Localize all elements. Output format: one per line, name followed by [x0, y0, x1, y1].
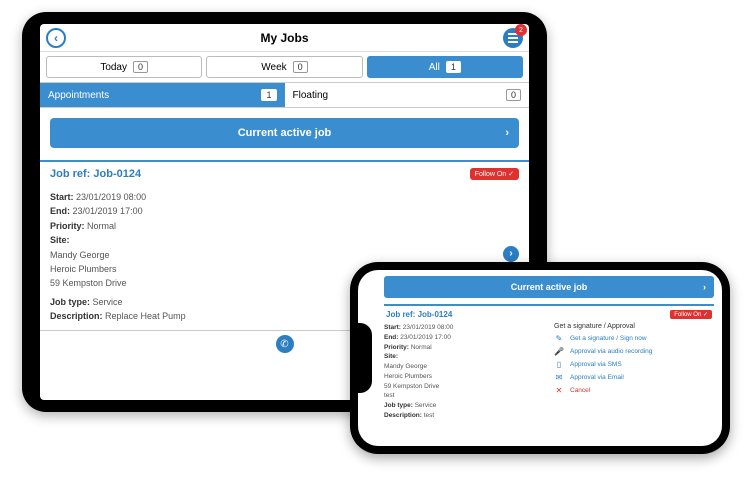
tab-label: Appointments	[48, 90, 109, 101]
segment-count: 0	[293, 61, 308, 73]
start-value: 23/01/2019 08:00	[76, 192, 146, 202]
phone-device: Current active job › Job ref: Job-0124 F…	[350, 262, 730, 454]
start-label: Start:	[384, 324, 401, 331]
desc-value: test	[424, 412, 434, 419]
button-label: Current active job	[238, 127, 332, 139]
phone-icon[interactable]: ✆	[276, 335, 294, 353]
job-ref-label: Job ref:	[50, 168, 90, 180]
approval-title: Get a signature / Approval	[554, 323, 714, 330]
site-extra: test	[384, 391, 544, 401]
segment-count: 1	[446, 61, 461, 73]
option-label: Approval via Email	[570, 374, 624, 381]
notification-badge: 2	[515, 24, 527, 36]
priority-label: Priority:	[50, 221, 85, 231]
follow-on-badge[interactable]: Follow On ✓	[470, 168, 519, 180]
start-value: 23/01/2019 08:00	[403, 324, 454, 331]
tab-count: 0	[506, 89, 521, 101]
job-open-icon[interactable]: ›	[503, 246, 519, 262]
end-value: 23/01/2019 17:00	[400, 334, 451, 341]
start-label: Start:	[50, 192, 74, 202]
phone-notch	[358, 323, 372, 393]
tab-floating[interactable]: Floating 0	[285, 83, 530, 107]
chevron-right-icon: ›	[703, 282, 706, 292]
job-ref-label: Job ref:	[386, 310, 415, 319]
segment-label: Week	[261, 62, 286, 73]
end-label: End:	[50, 206, 70, 216]
approval-panel: Get a signature / Approval ✎ Get a signat…	[554, 323, 714, 421]
approval-option-email[interactable]: ✉ Approval via Email	[554, 373, 714, 382]
site-name: Mandy George	[384, 362, 544, 372]
option-label: Cancel	[570, 387, 590, 394]
approval-option-audio[interactable]: 🎤 Approval via audio recording	[554, 347, 714, 356]
envelope-icon: ✉	[554, 373, 564, 382]
phone-icon: ▯	[554, 360, 564, 369]
segment-label: Today	[100, 62, 127, 73]
jobtype-label: Job type:	[50, 297, 90, 307]
approval-option-cancel[interactable]: ✕ Cancel	[554, 386, 714, 395]
job-details: Start: 23/01/2019 08:00 End: 23/01/2019 …	[384, 323, 544, 421]
site-company: Heroic Plumbers	[384, 372, 544, 382]
chevron-right-icon: ›	[505, 127, 509, 139]
priority-value: Normal	[411, 344, 432, 351]
tab-appointments[interactable]: Appointments 1	[40, 83, 285, 107]
approval-option-signature[interactable]: ✎ Get a signature / Sign now	[554, 334, 714, 343]
current-active-job-button[interactable]: Current active job ›	[384, 276, 714, 298]
job-ref: Job ref: Job-0124	[386, 310, 452, 319]
priority-value: Normal	[87, 221, 116, 231]
job-header: Job ref: Job-0124 Follow On ✓	[40, 162, 529, 186]
site-name: Mandy George	[50, 248, 519, 262]
follow-on-badge[interactable]: Follow On ✓	[670, 310, 712, 319]
priority-label: Priority:	[384, 344, 409, 351]
jobtype-value: Service	[415, 402, 437, 409]
header: ‹ My Jobs 2	[40, 24, 529, 52]
phone-screen: Current active job › Job ref: Job-0124 F…	[358, 270, 722, 446]
type-tabs: Appointments 1 Floating 0	[40, 82, 529, 108]
site-address: 59 Kempston Drive	[384, 382, 544, 392]
approval-option-sms[interactable]: ▯ Approval via SMS	[554, 360, 714, 369]
segment-today[interactable]: Today 0	[46, 56, 202, 78]
site-label: Site:	[384, 353, 398, 360]
page-title: My Jobs	[260, 31, 308, 45]
job-header: Job ref: Job-0124 Follow On ✓	[384, 306, 714, 323]
segment-all[interactable]: All 1	[367, 56, 523, 78]
pencil-icon: ✎	[554, 334, 564, 343]
tab-count: 1	[261, 89, 276, 101]
microphone-icon: 🎤	[554, 347, 564, 356]
jobtype-label: Job type:	[384, 402, 413, 409]
current-active-job-button[interactable]: Current active job ›	[50, 118, 519, 148]
option-label: Get a signature / Sign now	[570, 335, 647, 342]
time-segments: Today 0 Week 0 All 1	[40, 52, 529, 82]
job-ref: Job ref: Job-0124	[50, 168, 141, 180]
end-label: End:	[384, 334, 398, 341]
button-label: Current active job	[511, 282, 588, 292]
close-icon: ✕	[554, 386, 564, 395]
segment-week[interactable]: Week 0	[206, 56, 362, 78]
jobtype-value: Service	[93, 297, 123, 307]
job-ref-value: Job-0124	[93, 168, 141, 180]
desc-label: Description:	[384, 412, 422, 419]
segment-count: 0	[133, 61, 148, 73]
back-button[interactable]: ‹	[46, 28, 66, 48]
site-label: Site:	[50, 235, 70, 245]
segment-label: All	[429, 62, 440, 73]
option-label: Approval via audio recording	[570, 348, 652, 355]
desc-label: Description:	[50, 311, 103, 321]
tab-label: Floating	[293, 90, 329, 101]
job-ref-value: Job-0124	[418, 310, 453, 319]
end-value: 23/01/2019 17:00	[73, 206, 143, 216]
option-label: Approval via SMS	[570, 361, 622, 368]
desc-value: Replace Heat Pump	[105, 311, 186, 321]
